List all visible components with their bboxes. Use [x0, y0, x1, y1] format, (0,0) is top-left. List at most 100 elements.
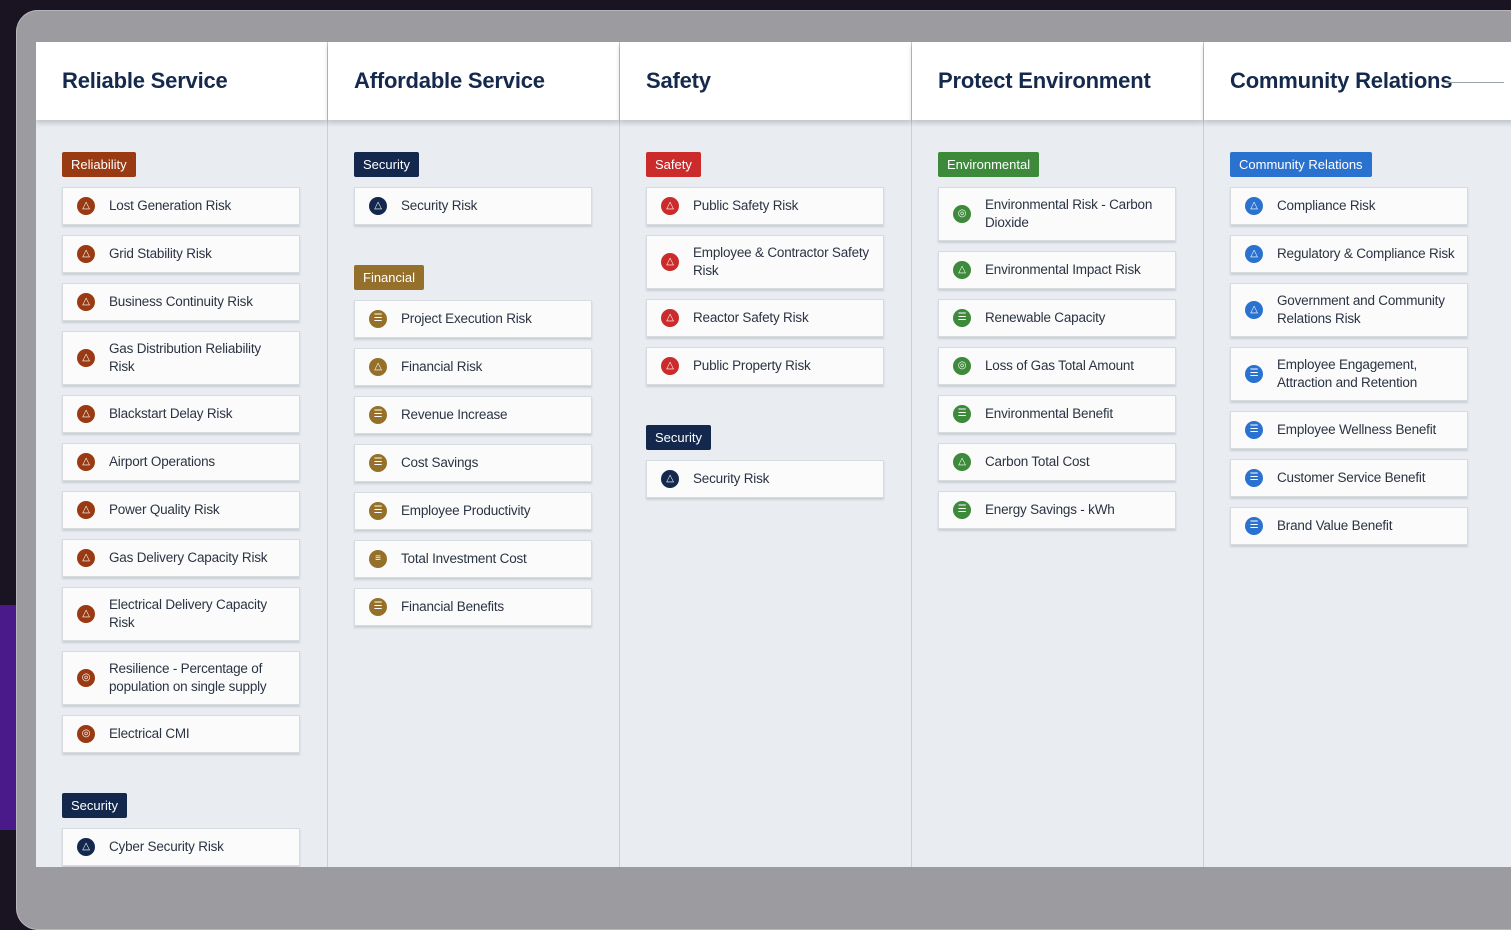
metric-card[interactable]: △ Employee & Contractor Safety Risk — [646, 235, 884, 289]
metric-label: Business Continuity Risk — [109, 294, 253, 309]
metric-card[interactable]: △ Gas Distribution Reliability Risk — [62, 331, 300, 385]
metric-card[interactable]: △ Power Quality Risk — [62, 491, 300, 529]
metric-card[interactable]: △ Security Risk — [646, 460, 884, 498]
metric-card[interactable]: △ Carbon Total Cost — [938, 443, 1176, 481]
metric-label: Security Risk — [693, 471, 770, 486]
metric-label: Airport Operations — [109, 454, 215, 469]
metric-label: Employee Wellness Benefit — [1277, 422, 1437, 437]
metric-label: Cost Savings — [401, 455, 479, 470]
metric-label: Gas Distribution Reliability Risk — [109, 341, 261, 374]
metric-card[interactable]: ☰ Employee Wellness Benefit — [1230, 411, 1468, 449]
cost-icon: ≡ — [369, 550, 387, 568]
metric-label: Revenue Increase — [401, 407, 508, 422]
metric-card[interactable]: △ Business Continuity Risk — [62, 283, 300, 321]
metric-card[interactable]: △ Gas Delivery Capacity Risk — [62, 539, 300, 577]
category-badge: Security — [646, 425, 711, 450]
metric-card[interactable]: △ Financial Risk — [354, 348, 592, 386]
warning-triangle-icon: △ — [369, 358, 387, 376]
category-badge: Community Relations — [1230, 152, 1372, 177]
column-body: Safety △ Public Safety Risk △ Employee & Con… — [646, 152, 886, 538]
metric-label: Lost Generation Risk — [109, 198, 232, 213]
warning-triangle-icon: △ — [661, 357, 679, 375]
metric-card[interactable]: △ Public Property Risk — [646, 347, 884, 385]
metric-label: Electrical CMI — [109, 726, 190, 741]
metric-card[interactable]: △ Compliance Risk — [1230, 187, 1468, 225]
metric-card[interactable]: △ Airport Operations — [62, 443, 300, 481]
metric-card[interactable]: ◎ Electrical CMI — [62, 715, 300, 753]
metric-label: Customer Service Benefit — [1277, 470, 1426, 485]
column-title: Affordable Service — [354, 68, 545, 93]
metric-label: Blackstart Delay Risk — [109, 406, 233, 421]
column-body: Reliability △ Lost Generation Risk △ Grid St… — [62, 152, 302, 867]
objectives-board: Reliable Service Reliability △ Lost Generat… — [36, 42, 1511, 867]
warning-triangle-icon: △ — [1245, 245, 1263, 263]
category-group-financial: Financial ☰ Project Execution Risk △ Financi… — [354, 265, 594, 626]
metric-label: Renewable Capacity — [985, 310, 1106, 325]
metric-card[interactable]: △ Electrical Delivery Capacity Risk — [62, 587, 300, 641]
metric-card[interactable]: ≡ Total Investment Cost — [354, 540, 592, 578]
metric-card[interactable]: △ Cyber Security Risk — [62, 828, 300, 866]
category-badge: Reliability — [62, 152, 136, 177]
metric-card[interactable]: ☰ Employee Engagement, Attraction and Ret… — [1230, 347, 1468, 401]
metric-card[interactable]: △ Grid Stability Risk — [62, 235, 300, 273]
metric-card[interactable]: ☰ Environmental Benefit — [938, 395, 1176, 433]
metric-card[interactable]: ☰ Cost Savings — [354, 444, 592, 482]
metric-label: Financial Benefits — [401, 599, 504, 614]
warning-triangle-icon: △ — [77, 605, 95, 623]
metric-card[interactable]: ◎ Environmental Risk - Carbon Dioxide — [938, 187, 1176, 241]
metric-label: Security Risk — [401, 198, 478, 213]
metric-card[interactable]: △ Reactor Safety Risk — [646, 299, 884, 337]
metric-label: Energy Savings - kWh — [985, 502, 1115, 517]
column-title: Safety — [646, 68, 711, 93]
metric-card[interactable]: ◎ Loss of Gas Total Amount — [938, 347, 1176, 385]
column-body: Security △ Security Risk Financial ☰ Project … — [354, 152, 594, 666]
metric-card[interactable]: ☰ Brand Value Benefit — [1230, 507, 1468, 545]
column-reliable-service: Reliable Service Reliability △ Lost Generat… — [36, 42, 328, 867]
metric-label: Cyber Security Risk — [109, 839, 224, 854]
column-title: Community Relations — [1230, 68, 1453, 93]
metric-card[interactable]: ☰ Employee Productivity — [354, 492, 592, 530]
metric-card[interactable]: ◎ Resilience - Percentage of population o… — [62, 651, 300, 705]
metric-label: Brand Value Benefit — [1277, 518, 1393, 533]
metric-card[interactable]: △ Blackstart Delay Risk — [62, 395, 300, 433]
warning-triangle-icon: △ — [77, 549, 95, 567]
metric-label: Financial Risk — [401, 359, 483, 374]
benefit-icon: ☰ — [953, 309, 971, 327]
warning-triangle-icon: △ — [1245, 197, 1263, 215]
metric-label: Public Safety Risk — [693, 198, 799, 213]
metric-label: Environmental Benefit — [985, 406, 1113, 421]
category-group-security: Security △ Security Risk — [354, 152, 594, 225]
warning-triangle-icon: △ — [661, 309, 679, 327]
column-header: Safety — [620, 42, 911, 120]
metric-label: Environmental Impact Risk — [985, 262, 1141, 277]
metric-card[interactable]: △ Regulatory & Compliance Risk — [1230, 235, 1468, 273]
metric-label: Loss of Gas Total Amount — [985, 358, 1134, 373]
metric-card[interactable]: △ Security Risk — [354, 187, 592, 225]
metric-card[interactable]: △ Lost Generation Risk — [62, 187, 300, 225]
metric-card[interactable]: ☰ Customer Service Benefit — [1230, 459, 1468, 497]
benefit-icon: ☰ — [1245, 365, 1263, 383]
metric-card[interactable]: ☰ Project Execution Risk — [354, 300, 592, 338]
metric-card[interactable]: ☰ Energy Savings - kWh — [938, 491, 1176, 529]
metric-label: Power Quality Risk — [109, 502, 220, 517]
metric-card[interactable]: ☰ Financial Benefits — [354, 588, 592, 626]
warning-triangle-icon: △ — [77, 293, 95, 311]
column-safety: Safety Safety △ Public Safety Risk △ Employee… — [620, 42, 912, 867]
metric-card[interactable]: △ Public Safety Risk — [646, 187, 884, 225]
metric-label: Environmental Risk - Carbon Dioxide — [985, 197, 1153, 230]
metric-card[interactable]: △ Environmental Impact Risk — [938, 251, 1176, 289]
gauge-icon: ◎ — [77, 669, 95, 687]
category-group-environmental: Environmental ◎ Environmental Risk - Carbo… — [938, 152, 1178, 529]
metric-card[interactable]: ☰ Revenue Increase — [354, 396, 592, 434]
objective-columns: Reliable Service Reliability △ Lost Generat… — [36, 42, 1511, 867]
column-header: Affordable Service — [328, 42, 619, 120]
metric-card[interactable]: △ Government and Community Relations Risk — [1230, 283, 1468, 337]
warning-triangle-icon: △ — [1245, 301, 1263, 319]
metric-label: Public Property Risk — [693, 358, 811, 373]
benefit-icon: ☰ — [1245, 421, 1263, 439]
warning-triangle-icon: △ — [77, 453, 95, 471]
benefit-icon: ☰ — [369, 454, 387, 472]
metric-card[interactable]: ☰ Renewable Capacity — [938, 299, 1176, 337]
metric-label: Gas Delivery Capacity Risk — [109, 550, 268, 565]
gauge-icon: ◎ — [77, 725, 95, 743]
